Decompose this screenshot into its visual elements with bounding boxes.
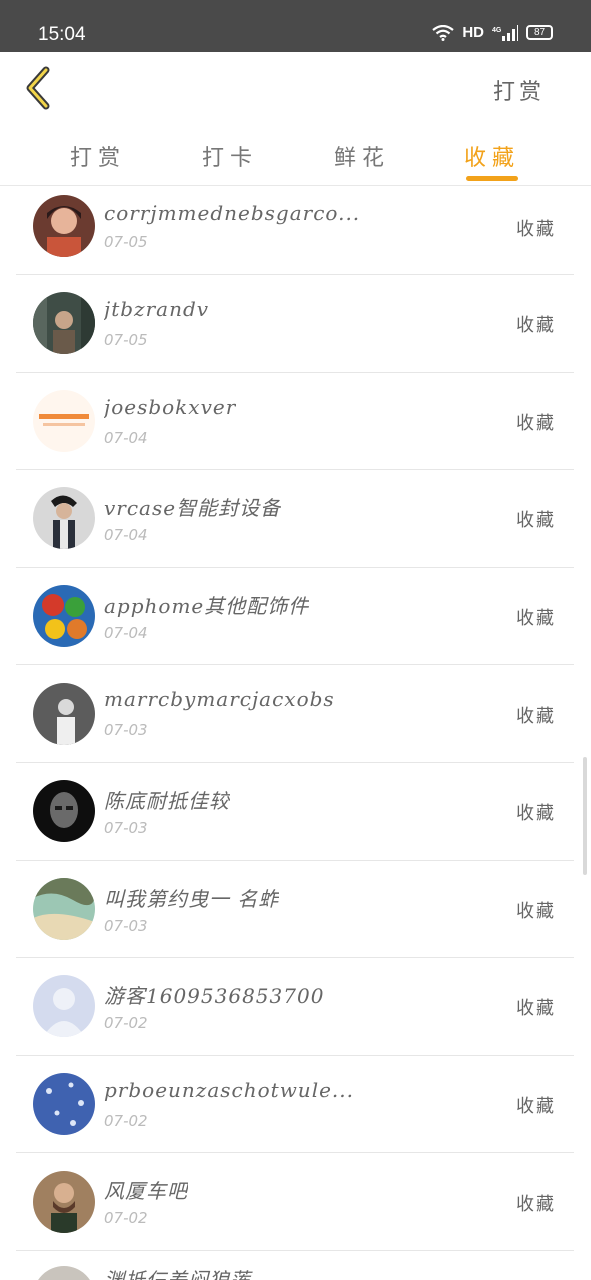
network-label: HD xyxy=(462,24,484,41)
svg-text:4G: 4G xyxy=(492,27,502,34)
item-name: 渊抵仨差闷狼莲 xyxy=(104,1268,251,1280)
item-name: jtbzrandv xyxy=(104,297,210,321)
status-bar: 15:04 HD 4G 87 xyxy=(0,0,591,52)
item-date: 07-02 xyxy=(104,1111,148,1130)
item-date: 07-05 xyxy=(104,331,148,349)
avatar xyxy=(33,1073,95,1136)
item-tag: 收藏 xyxy=(516,218,556,240)
avatar xyxy=(33,780,95,843)
item-date: 07-04 xyxy=(104,526,148,545)
tab-reward[interactable]: 打赏 xyxy=(48,140,148,172)
list-item[interactable]: 游客1609536853700 07-02 收藏 xyxy=(16,958,574,1056)
status-time: 15:04 xyxy=(38,24,86,45)
item-tag: 收藏 xyxy=(516,510,556,532)
item-tag: 收藏 xyxy=(516,900,556,922)
item-date: 07-05 xyxy=(104,233,148,251)
avatar xyxy=(33,487,95,550)
item-name: 风厦车吧 xyxy=(104,1179,188,1204)
list-item[interactable]: joesbokxver 07-04 收藏 xyxy=(16,373,574,471)
item-name: corrjmmednebsgarco... xyxy=(104,201,361,225)
avatar xyxy=(33,389,95,452)
scrollbar[interactable] xyxy=(583,757,587,875)
back-arrow-icon[interactable] xyxy=(22,66,56,110)
item-date: 07-02 xyxy=(104,1209,148,1228)
item-name: prboeunzaschotwule... xyxy=(104,1077,354,1102)
item-tag: 收藏 xyxy=(516,608,556,630)
list-item[interactable]: 风厦车吧 07-02 收藏 xyxy=(16,1153,574,1251)
active-tab-indicator xyxy=(466,176,518,181)
avatar xyxy=(33,975,95,1038)
list-item[interactable]: prboeunzaschotwule... 07-02 收藏 xyxy=(16,1056,574,1154)
status-icons: HD 4G 87 xyxy=(432,24,553,41)
item-tag: 收藏 xyxy=(516,998,556,1020)
item-name: marrcbymarcjacxobs xyxy=(104,687,335,712)
list-item[interactable]: vrcase智能封设备 07-04 收藏 xyxy=(16,470,574,568)
item-date: 07-04 xyxy=(104,428,148,447)
item-name: 游客1609536853700 xyxy=(104,984,325,1009)
avatar xyxy=(33,194,95,257)
item-name: vrcase智能封设备 xyxy=(104,496,282,521)
item-name: apphome其他配饰件 xyxy=(104,593,310,618)
item-tag: 收藏 xyxy=(516,803,556,825)
list-item[interactable]: 渊抵仨差闷狼莲 xyxy=(16,1250,574,1280)
item-tag: 收藏 xyxy=(516,315,556,337)
item-tag: 收藏 xyxy=(516,1193,556,1215)
item-name: joesbokxver xyxy=(104,394,237,419)
tab-favorites[interactable]: 收藏 xyxy=(442,140,542,172)
avatar xyxy=(33,585,95,648)
item-date: 07-03 xyxy=(104,818,148,837)
list-item[interactable]: corrjmmednebsgarco... 07-05 收藏 xyxy=(16,187,574,275)
list-item[interactable]: apphome其他配饰件 07-04 收藏 xyxy=(16,568,574,666)
item-date: 07-03 xyxy=(104,916,148,935)
battery-indicator: 87 xyxy=(526,25,553,40)
list-item[interactable]: marrcbymarcjacxobs 07-03 收藏 xyxy=(16,665,574,763)
item-tag: 收藏 xyxy=(516,705,556,727)
reward-button[interactable]: 打赏 xyxy=(493,74,545,106)
list-item[interactable]: jtbzrandv 07-05 收藏 xyxy=(16,275,574,373)
avatar xyxy=(33,877,95,940)
signal-icon: 4G xyxy=(492,24,518,41)
favorites-list: corrjmmednebsgarco... 07-05 收藏 jtbzrandv… xyxy=(16,187,574,1251)
avatar xyxy=(33,1266,95,1280)
list-item[interactable]: 陈底耐抵佳较 07-03 收藏 xyxy=(16,763,574,861)
item-date: 07-04 xyxy=(104,623,148,642)
wifi-icon xyxy=(432,24,455,41)
tab-bar: 打赏 打卡 鲜花 收藏 xyxy=(0,124,591,186)
header: 打赏 xyxy=(0,52,591,124)
avatar xyxy=(33,1170,95,1233)
item-tag: 收藏 xyxy=(516,412,556,434)
tab-flowers[interactable]: 鲜花 xyxy=(312,140,412,172)
tab-checkin[interactable]: 打卡 xyxy=(180,140,280,172)
item-name: 陈底耐抵佳较 xyxy=(104,788,230,813)
item-date: 07-02 xyxy=(104,1014,148,1033)
list-item[interactable]: 叫我第约曳一 名蚱 07-03 收藏 xyxy=(16,861,574,959)
item-date: 07-03 xyxy=(104,721,148,740)
item-tag: 收藏 xyxy=(516,1096,556,1118)
avatar xyxy=(33,292,95,355)
avatar xyxy=(33,682,95,745)
item-name: 叫我第约曳一 名蚱 xyxy=(104,886,280,911)
